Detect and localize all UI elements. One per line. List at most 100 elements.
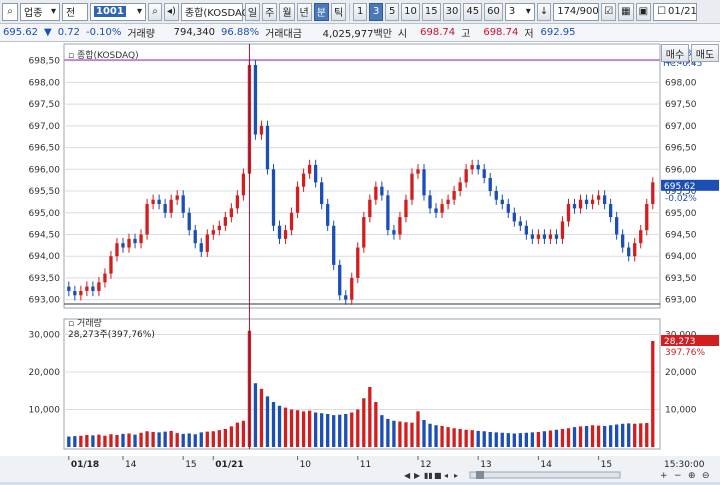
candle-body (488, 178, 492, 192)
volume-bar (271, 402, 276, 447)
step-down-icon[interactable]: ↓ (536, 2, 552, 21)
volume-bar (380, 415, 384, 447)
interval-stepper[interactable]: 3 ▾ (504, 2, 535, 21)
date-checkbox[interactable]: ☐ (657, 6, 666, 17)
price-tick-label-left: 695,50 (29, 187, 61, 197)
chart-canvas[interactable]: 693,00 693,00 693,50 693,50 694,00 694,00 694,… (0, 42, 720, 482)
volume-bar (332, 415, 336, 447)
volume-bar (103, 435, 107, 447)
volume-pct-label: 397.76% (665, 348, 705, 358)
volume-bar (596, 425, 601, 447)
volume-bar (295, 410, 300, 447)
price-type-select[interactable]: 전 (62, 2, 88, 21)
candle-body (169, 199, 173, 213)
count-value: 174/900 (557, 6, 599, 17)
volume-bar (362, 398, 366, 447)
candle-body (584, 199, 589, 205)
minute-option-3[interactable]: 3 (369, 2, 384, 21)
volume-bar (548, 430, 553, 447)
candle-body (554, 234, 559, 239)
high-label: 고 (461, 29, 471, 40)
minute-option-10[interactable]: 10 (401, 2, 420, 21)
search-button[interactable]: ⌕ (148, 2, 162, 21)
volume-summary: 28,273주(397,76%) (68, 329, 155, 340)
zoom-slider (469, 471, 621, 479)
minute-option-1[interactable]: 1 (353, 2, 368, 21)
interval-value: 3 (508, 6, 516, 17)
volume-bar (217, 430, 221, 447)
candle-body (127, 238, 131, 248)
minute-option-60[interactable]: 60 (484, 2, 503, 21)
minute-option-5[interactable]: 5 (385, 2, 400, 21)
volume-bar (85, 435, 89, 447)
candle-body (121, 243, 125, 248)
playback-control-icon: ■ (434, 471, 442, 480)
search-icon[interactable]: ⌕ (2, 2, 18, 21)
volume-bar (512, 433, 516, 447)
high-value: 698.74 (483, 27, 519, 38)
price-tick-label-right: 694,50 (665, 230, 697, 240)
candle-body (621, 234, 625, 248)
candle-body (464, 169, 468, 183)
price-tick-label-right: 694,00 (665, 252, 697, 262)
market-select-value: 업종 (24, 8, 43, 19)
open-label: 시 (397, 29, 408, 40)
period-tab-week[interactable]: 주 (262, 2, 278, 21)
sell-button[interactable]: 매도 (691, 44, 719, 62)
chart-area[interactable]: 693,00 693,00 693,50 693,50 694,00 694,00 694,… (0, 42, 720, 482)
volume-bar (67, 436, 71, 447)
buy-button[interactable]: 매수 (661, 44, 689, 62)
grid-icon[interactable]: ▦ (618, 2, 634, 21)
minute-option-30[interactable]: 30 (442, 2, 462, 21)
price-tick-label-right: 697,50 (665, 100, 697, 110)
candle-body (404, 199, 408, 218)
candle-body (199, 243, 203, 252)
count-field[interactable]: 174/900 (553, 2, 600, 21)
candle-body (560, 221, 565, 239)
volume-bar (428, 423, 432, 447)
volume-bar (205, 431, 209, 447)
candle-body (295, 186, 300, 213)
volume-bar (73, 436, 77, 447)
candle-body (307, 164, 312, 174)
index-name-field[interactable]: 종합(KOSDAQ) (180, 2, 253, 21)
volume-bar (127, 433, 131, 447)
volume-bar (374, 402, 378, 447)
volume-ratio: 96.88% (220, 27, 260, 38)
volume-bar (289, 409, 294, 447)
candle-body (133, 238, 137, 244)
volume-bar (458, 429, 462, 447)
x-tick-label: 14 (540, 460, 552, 470)
candle-body (482, 169, 486, 178)
volume-bar (344, 414, 348, 447)
volume-bar (518, 433, 522, 447)
current-change-label: -0.02% (665, 194, 697, 204)
zoom-control-icon: ⊖ (702, 471, 710, 481)
period-tab-minute[interactable]: 분 (313, 2, 329, 21)
market-select[interactable]: 업종 ▾ (20, 2, 60, 21)
playback-control-icon: ◀ (404, 471, 411, 480)
period-tab-month[interactable]: 월 (279, 2, 295, 21)
settings-icon[interactable]: ▣ (635, 2, 652, 21)
code-input[interactable]: 1001 ▾ (90, 2, 146, 21)
period-tab-tick[interactable]: 틱 (330, 2, 347, 21)
volume-current-label: 28,273 (664, 337, 696, 347)
candle-body (289, 212, 294, 231)
candle-body (392, 230, 396, 235)
checkbox-icon[interactable]: ☑ (601, 2, 617, 21)
volume-bar (506, 433, 510, 447)
period-tab-day[interactable]: 일 (244, 2, 261, 21)
date-field[interactable]: ☐ 01/21 (653, 2, 698, 21)
minute-option-15[interactable]: 15 (421, 2, 441, 21)
volume-bar (410, 422, 414, 447)
period-tab-year[interactable]: 년 (296, 2, 312, 21)
zoom-control-icon: − (674, 471, 682, 481)
volume-label: 거래량 (127, 29, 155, 40)
candle-body (627, 247, 631, 257)
price-tick-label-left: 697,50 (29, 100, 61, 110)
price-tick-label-right: 697,00 (665, 122, 697, 132)
minute-option-45[interactable]: 45 (463, 2, 483, 21)
sound-icon[interactable]: ◂) (164, 2, 179, 21)
candle-body (235, 195, 240, 209)
candle-body (151, 199, 155, 205)
